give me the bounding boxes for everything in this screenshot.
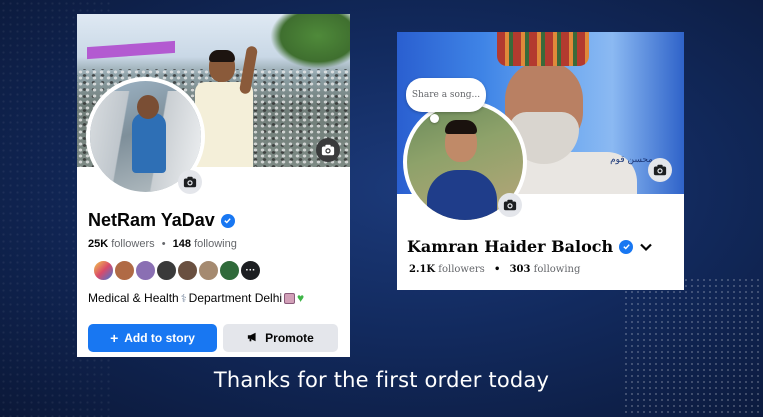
chevron-down-icon[interactable] [639, 240, 653, 254]
verified-badge-icon [220, 213, 235, 228]
green-heart-icon: ♥ [297, 291, 305, 305]
friend-avatar[interactable] [218, 259, 241, 282]
friend-avatar[interactable] [176, 259, 199, 282]
separator-dot: • [494, 264, 501, 275]
add-to-story-button[interactable]: + Add to story [88, 324, 217, 352]
follower-stats: 2.1K followers • 303 following [409, 264, 580, 275]
following-count[interactable]: 148 [173, 238, 191, 250]
profile-name-text: NetRam YaDav [88, 210, 215, 230]
megaphone-icon [247, 331, 259, 346]
friend-avatar[interactable] [155, 259, 178, 282]
background-dots-right [623, 277, 763, 417]
cover-urdu-text: محسن قوم [610, 155, 653, 165]
stethoscope-icon: ⚕ [180, 292, 187, 305]
following-label[interactable]: following [194, 238, 237, 250]
edit-profile-picture-camera-icon[interactable] [178, 170, 202, 194]
profile-card-kamran: محسن قوم Share a song... Kamran Haider B… [397, 32, 684, 290]
followers-count[interactable]: 25K [88, 238, 108, 250]
followers-label[interactable]: followers [438, 264, 485, 275]
tent-canopy [87, 40, 175, 60]
edit-profile-picture-camera-icon[interactable] [498, 193, 522, 217]
profile-name: NetRam YaDav [88, 210, 235, 231]
tree [270, 14, 350, 69]
note-bubble-tail [430, 114, 439, 123]
followers-label[interactable]: followers [111, 238, 154, 250]
followers-count[interactable]: 2.1K [409, 264, 435, 275]
edit-cover-camera-icon[interactable] [316, 138, 340, 162]
profile-bio: Medical & Health ⚕ Department Delhi ♥ [88, 291, 304, 305]
friend-avatar[interactable] [92, 259, 115, 282]
caption-text: Thanks for the first order today [213, 368, 550, 392]
friend-avatar[interactable] [113, 259, 136, 282]
edit-cover-camera-icon[interactable] [648, 158, 672, 182]
mutual-friends-avatars: ··· [92, 259, 262, 282]
promote-label: Promote [265, 331, 314, 345]
plus-icon: + [110, 330, 119, 346]
cover-person [195, 45, 259, 167]
following-label[interactable]: following [534, 264, 581, 275]
more-friends-button[interactable]: ··· [239, 259, 262, 282]
friend-avatar[interactable] [197, 259, 220, 282]
bio-text: Medical & Health [88, 291, 179, 305]
share-note-bubble[interactable]: Share a song... [406, 78, 486, 112]
profile-card-netram: NetRam YaDav 25K followers • 148 followi… [77, 14, 350, 357]
follower-stats: 25K followers • 148 following [88, 238, 237, 250]
add-to-story-label: Add to story [124, 331, 195, 345]
bio-text-continued: Department Delhi [188, 291, 283, 305]
hospital-icon [284, 292, 296, 304]
profile-name-text: Kamran Haider Baloch [407, 237, 614, 256]
separator-dot: • [161, 238, 166, 250]
verified-badge-icon [619, 239, 634, 254]
friend-avatar[interactable] [134, 259, 157, 282]
profile-name: Kamran Haider Baloch [407, 237, 653, 256]
promote-button[interactable]: Promote [223, 324, 338, 352]
following-count[interactable]: 303 [510, 264, 531, 275]
